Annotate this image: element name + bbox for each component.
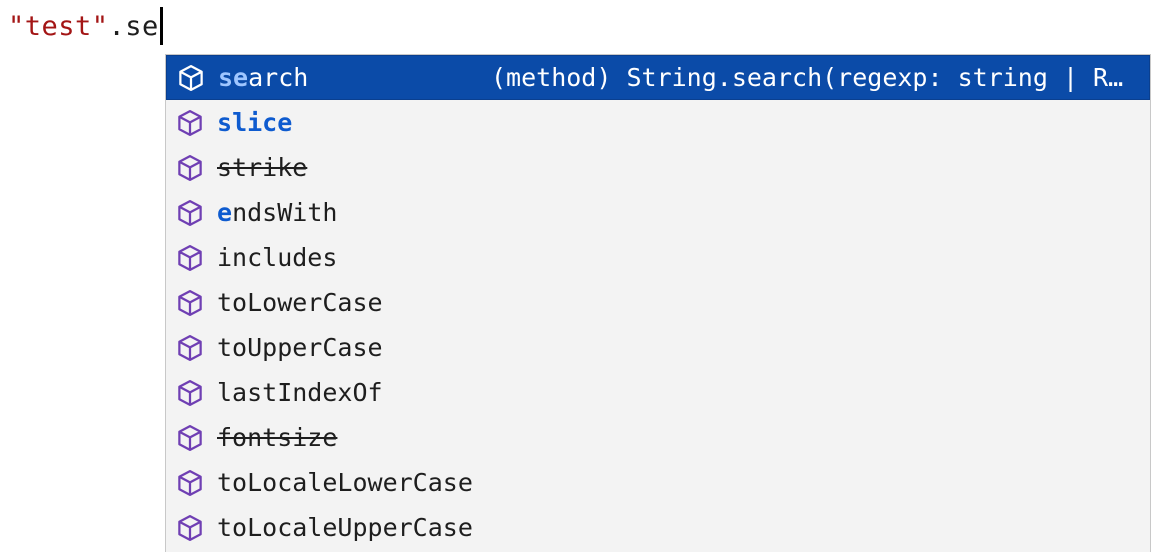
- method-icon: [178, 514, 202, 541]
- method-icon: [178, 154, 202, 181]
- method-icon: [179, 64, 203, 91]
- suggestion-item-search[interactable]: search (method) String.search(regexp: st…: [166, 55, 1150, 100]
- suggestion-item-touppercase[interactable]: toUpperCase: [166, 325, 1150, 370]
- suggestion-item-includes[interactable]: includes: [166, 235, 1150, 280]
- code-text[interactable]: "test" .se: [0, 7, 163, 45]
- method-icon: [178, 289, 202, 316]
- suggestion-label: search: [218, 63, 309, 92]
- suggestion-item-slice[interactable]: slice: [166, 100, 1150, 145]
- suggestion-label: toLowerCase: [217, 288, 383, 317]
- method-icon: [178, 424, 202, 451]
- suggestion-item-tolocalelowercase[interactable]: toLocaleLowerCase: [166, 460, 1150, 505]
- suggestion-label: endsWith: [217, 198, 338, 227]
- string-literal: "test": [8, 10, 109, 42]
- suggestion-item-fontsize[interactable]: fontsize: [166, 415, 1150, 460]
- suggestion-item-tolocaleuppercase[interactable]: toLocaleUpperCase: [166, 505, 1150, 550]
- method-icon: [178, 244, 202, 271]
- suggestion-label: toUpperCase: [217, 333, 383, 362]
- suggestion-label: slice: [217, 108, 293, 137]
- suggestion-label: includes: [217, 243, 338, 272]
- method-icon: [178, 199, 202, 226]
- suggestion-item-tolowercase[interactable]: toLowerCase: [166, 280, 1150, 325]
- suggestion-item-endswith[interactable]: endsWith: [166, 190, 1150, 235]
- method-icon: [178, 334, 202, 361]
- text-cursor: [159, 7, 163, 45]
- suggestion-label: fontsize: [217, 423, 338, 452]
- suggestion-label: toLocaleUpperCase: [217, 513, 473, 542]
- suggestion-item-strike[interactable]: strike: [166, 145, 1150, 190]
- typed-text: .se: [108, 10, 159, 42]
- method-icon: [178, 109, 202, 136]
- editor-line[interactable]: "test" .se: [0, 0, 1161, 52]
- suggestion-label: toLocaleLowerCase: [217, 468, 473, 497]
- suggestion-item-lastindexof[interactable]: lastIndexOf: [166, 370, 1150, 415]
- suggestion-detail: (method) String.search(regexp: string | …: [491, 63, 1124, 92]
- suggestion-label: lastIndexOf: [217, 378, 383, 407]
- suggestion-widget[interactable]: search (method) String.search(regexp: st…: [165, 54, 1151, 552]
- method-icon: [178, 469, 202, 496]
- suggestion-label: strike: [217, 153, 308, 182]
- method-icon: [178, 379, 202, 406]
